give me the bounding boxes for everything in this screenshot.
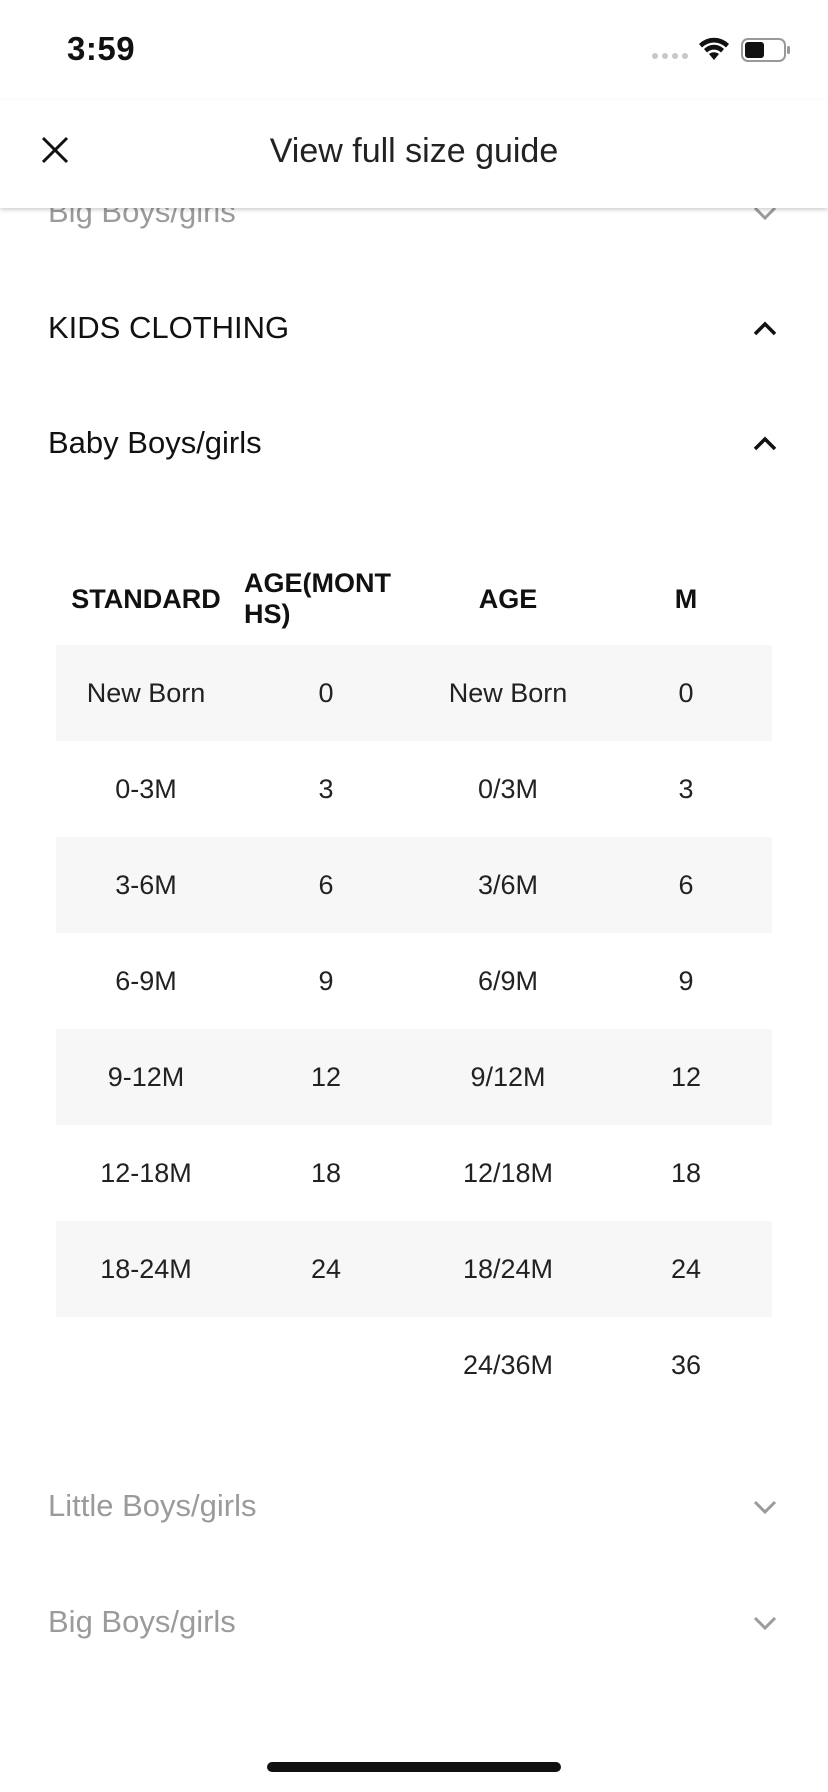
size-table: STANDARD AGE(MONT HS) AGE M New Born 0 N… (56, 553, 772, 1413)
table-cell: 9 (318, 965, 334, 996)
section-label: Little Boys/girls (48, 1488, 257, 1523)
section-baby-boys-girls[interactable]: Baby Boys/girls (48, 415, 780, 475)
table-cell: 9-12M (107, 1061, 185, 1092)
section-little-boys-girls[interactable]: Little Boys/girls (48, 1478, 780, 1538)
table-cell: 0 (318, 677, 334, 708)
table-cell: 12 (310, 1061, 342, 1092)
table-cell: 3/6M (477, 869, 539, 900)
table-cell: 3 (318, 773, 334, 804)
table-cell: 24 (670, 1253, 702, 1284)
battery-icon (741, 38, 790, 62)
table-row: New Born 0 New Born 0 (56, 645, 772, 741)
table-cell: 0 (678, 677, 694, 708)
table-cell: 3-6M (115, 869, 177, 900)
size-guide-screen: 3:59 View full size guide Big Boys/girls (0, 0, 828, 1792)
chevron-down-icon (753, 208, 777, 221)
chevron-up-icon (753, 321, 777, 336)
table-cell: 18 (310, 1157, 342, 1188)
section-kids-clothing[interactable]: KIDS CLOTHING (48, 300, 780, 360)
header-age-months: AGE(MONT HS) (244, 568, 391, 629)
section-label: KIDS CLOTHING (48, 310, 290, 345)
chevron-down-icon (753, 1500, 777, 1515)
table-row: 6-9M 9 6/9M 9 (56, 933, 772, 1029)
status-bar: 3:59 (0, 0, 828, 100)
header-m: M (674, 583, 698, 614)
table-cell: New Born (86, 677, 206, 708)
table-header: STANDARD AGE(MONT HS) AGE M (56, 553, 772, 645)
table-cell: 12/18M (462, 1157, 554, 1188)
table-cell: 3 (678, 773, 694, 804)
table-cell: 0/3M (477, 773, 539, 804)
section-label: Baby Boys/girls (48, 425, 262, 460)
table-cell: 18/24M (462, 1253, 554, 1284)
wifi-icon (699, 37, 729, 60)
table-cell: 6 (318, 869, 334, 900)
table-cell: 0-3M (115, 773, 177, 804)
table-cell: 6 (678, 869, 694, 900)
modal-header: View full size guide (0, 100, 828, 208)
table-cell: 9/12M (470, 1061, 546, 1092)
table-cell: 9 (678, 965, 694, 996)
section-big-boys-girls-top[interactable]: Big Boys/girls (48, 208, 780, 244)
cellular-signal-icon (652, 53, 688, 59)
size-guide-content[interactable]: Big Boys/girls KIDS CLOTHING Baby Boys/g… (0, 208, 828, 1792)
header-standard: STANDARD (71, 583, 221, 614)
table-row: 12-18M 18 12/18M 18 (56, 1125, 772, 1221)
section-label: Big Boys/girls (48, 208, 236, 229)
chevron-up-icon (753, 436, 777, 451)
table-cell: 12 (670, 1061, 702, 1092)
chevron-down-icon (753, 1616, 777, 1631)
table-cell: 24/36M (462, 1349, 554, 1380)
table-row: 9-12M 12 9/12M 12 (56, 1029, 772, 1125)
page-title: View full size guide (269, 132, 559, 170)
table-cell: 24 (310, 1253, 342, 1284)
table-cell: 12-18M (100, 1157, 192, 1188)
table-cell: 18-24M (100, 1253, 192, 1284)
table-row: 3-6M 6 3/6M 6 (56, 837, 772, 933)
status-time: 3:59 (67, 30, 136, 67)
header-age: AGE (478, 583, 538, 614)
table-row: 0-3M 3 0/3M 3 (56, 741, 772, 837)
home-indicator[interactable] (267, 1762, 561, 1772)
section-big-boys-girls[interactable]: Big Boys/girls (48, 1594, 780, 1654)
section-label: Big Boys/girls (48, 1604, 236, 1639)
table-cell: New Born (448, 677, 568, 708)
table-cell: 18 (670, 1157, 702, 1188)
table-row: 18-24M 24 18/24M 24 (56, 1221, 772, 1317)
table-row: 24/36M 36 (56, 1317, 772, 1413)
table-cell: 6/9M (477, 965, 539, 996)
table-cell: 6-9M (115, 965, 177, 996)
table-cell: 36 (670, 1349, 702, 1380)
